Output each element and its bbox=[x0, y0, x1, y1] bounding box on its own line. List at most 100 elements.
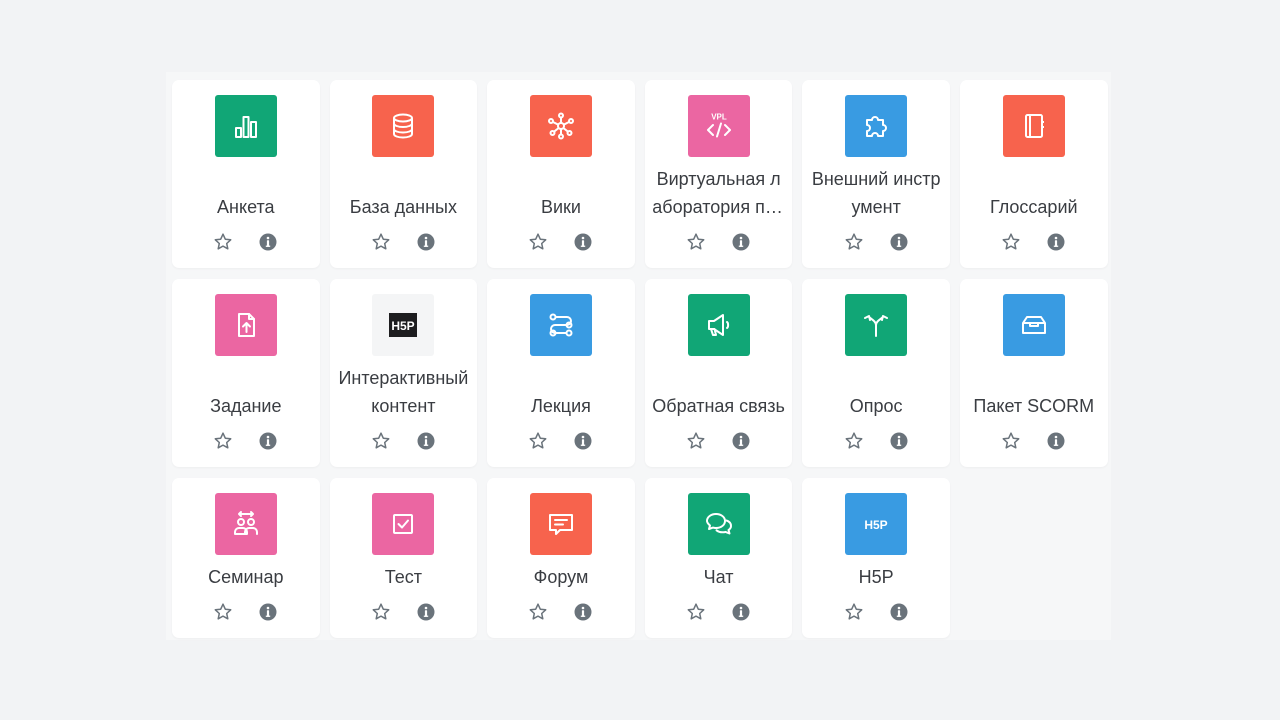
star-icon[interactable] bbox=[213, 232, 233, 252]
activity-name: Тест bbox=[384, 567, 423, 587]
activity-card[interactable]: Глоссарий bbox=[959, 80, 1108, 268]
activity-name: Форум bbox=[533, 567, 589, 587]
star-icon[interactable] bbox=[213, 602, 233, 622]
puzzle-icon bbox=[866, 116, 888, 137]
activity-card[interactable]: H5P Интерактивный контент bbox=[329, 279, 478, 467]
activity-tile bbox=[529, 294, 592, 356]
star-icon[interactable] bbox=[686, 232, 706, 252]
notebook-icon bbox=[1024, 114, 1044, 138]
info-icon[interactable] bbox=[573, 232, 593, 252]
route-icon bbox=[549, 313, 573, 337]
info-icon[interactable] bbox=[258, 602, 278, 622]
activity-name: Глоссарий bbox=[989, 197, 1078, 217]
activity-name: Семинар bbox=[208, 567, 284, 587]
people-exchange-icon bbox=[233, 511, 258, 535]
activity-tile bbox=[687, 294, 750, 356]
activity-name: Анкета bbox=[217, 197, 275, 217]
star-icon[interactable] bbox=[844, 232, 864, 252]
activity-card[interactable]: Чат bbox=[644, 478, 793, 638]
activity-card[interactable]: Форум bbox=[487, 478, 635, 638]
activity-tile bbox=[214, 294, 277, 356]
info-icon[interactable] bbox=[573, 602, 593, 622]
info-icon[interactable] bbox=[416, 431, 436, 451]
activity-tile bbox=[687, 493, 750, 555]
info-icon[interactable] bbox=[889, 232, 909, 252]
info-icon[interactable] bbox=[416, 232, 436, 252]
activity-name: База данных bbox=[349, 197, 457, 217]
activity-name: Чат bbox=[703, 567, 734, 587]
info-icon[interactable] bbox=[731, 602, 751, 622]
svg-text:H5P: H5P bbox=[392, 319, 415, 333]
info-icon[interactable] bbox=[731, 232, 751, 252]
svg-text:H5P: H5P bbox=[865, 518, 888, 532]
activity-name: Внешний инструмент bbox=[811, 169, 941, 217]
info-icon[interactable] bbox=[731, 431, 751, 451]
star-icon[interactable] bbox=[686, 602, 706, 622]
info-icon[interactable] bbox=[573, 431, 593, 451]
h5p-logo-icon: H5P bbox=[865, 518, 888, 532]
star-icon[interactable] bbox=[686, 431, 706, 451]
star-icon[interactable] bbox=[1001, 232, 1021, 252]
info-icon[interactable] bbox=[416, 602, 436, 622]
activity-card[interactable]: Опрос bbox=[802, 279, 950, 467]
star-icon[interactable] bbox=[528, 602, 548, 622]
activity-name: Вики bbox=[540, 197, 581, 217]
vpl-code-icon: VPL bbox=[706, 113, 731, 138]
database-icon bbox=[393, 113, 414, 139]
info-icon[interactable] bbox=[1046, 232, 1066, 252]
activity-card[interactable]: Лекция bbox=[487, 279, 635, 467]
star-icon[interactable] bbox=[844, 602, 864, 622]
activity-card[interactable]: База данных bbox=[329, 80, 478, 268]
activity-name: Задание bbox=[210, 396, 282, 416]
chat-bubbles-icon bbox=[705, 513, 732, 535]
activity-card[interactable]: Обратная связь bbox=[644, 279, 793, 467]
activity-tile bbox=[529, 493, 592, 555]
activity-name: Виртуальная лаборатория программирования bbox=[652, 169, 785, 217]
activity-name: Лекция bbox=[531, 396, 591, 416]
activity-tile bbox=[1002, 294, 1065, 356]
file-upload-icon bbox=[237, 313, 255, 337]
star-icon[interactable] bbox=[528, 431, 548, 451]
star-icon[interactable] bbox=[1001, 431, 1021, 451]
info-icon[interactable] bbox=[258, 232, 278, 252]
activity-card[interactable]: Тест bbox=[329, 478, 478, 638]
star-icon[interactable] bbox=[844, 431, 864, 451]
activity-name: Пакет SCORM bbox=[973, 396, 1095, 416]
star-icon[interactable] bbox=[371, 431, 391, 451]
activity-tile: H5P bbox=[372, 294, 435, 356]
activity-tile bbox=[214, 493, 277, 555]
h5p-logo-dark-icon: H5P bbox=[389, 313, 418, 337]
info-icon[interactable] bbox=[1046, 431, 1066, 451]
activity-card[interactable]: H5P H5P bbox=[802, 478, 950, 638]
activity-card[interactable]: Внешний инструмент bbox=[802, 80, 950, 268]
chat-bubble-icon bbox=[548, 514, 573, 535]
activity-card[interactable]: Семинар bbox=[172, 478, 320, 638]
activity-card[interactable]: VPL Виртуальная лаборатория программиров… bbox=[644, 80, 793, 268]
star-icon[interactable] bbox=[528, 232, 548, 252]
activity-card[interactable]: Пакет SCORM bbox=[959, 279, 1108, 467]
package-icon bbox=[1021, 316, 1046, 334]
activity-name: Опрос bbox=[849, 396, 903, 416]
network-icon bbox=[547, 112, 574, 140]
activity-tile bbox=[214, 95, 277, 157]
activity-card[interactable]: Задание bbox=[172, 279, 320, 467]
activity-tile bbox=[845, 95, 908, 157]
activity-tile bbox=[845, 294, 908, 356]
star-icon[interactable] bbox=[371, 232, 391, 252]
activity-tile: VPL bbox=[687, 95, 750, 157]
activity-name: Интерактивный контент bbox=[338, 368, 469, 416]
info-icon[interactable] bbox=[889, 431, 909, 451]
megaphone-icon bbox=[707, 314, 729, 336]
star-icon[interactable] bbox=[371, 602, 391, 622]
info-icon[interactable] bbox=[258, 431, 278, 451]
checkbox-icon bbox=[393, 514, 414, 534]
activity-name: H5P bbox=[858, 567, 894, 587]
svg-text:VPL: VPL bbox=[711, 113, 727, 122]
activity-tile: H5P bbox=[845, 493, 908, 555]
activity-card[interactable]: Анкета bbox=[172, 80, 320, 268]
bar-chart-icon bbox=[234, 116, 257, 138]
activity-tile bbox=[529, 95, 592, 157]
info-icon[interactable] bbox=[889, 602, 909, 622]
activity-card[interactable]: Вики bbox=[487, 80, 635, 268]
star-icon[interactable] bbox=[213, 431, 233, 451]
